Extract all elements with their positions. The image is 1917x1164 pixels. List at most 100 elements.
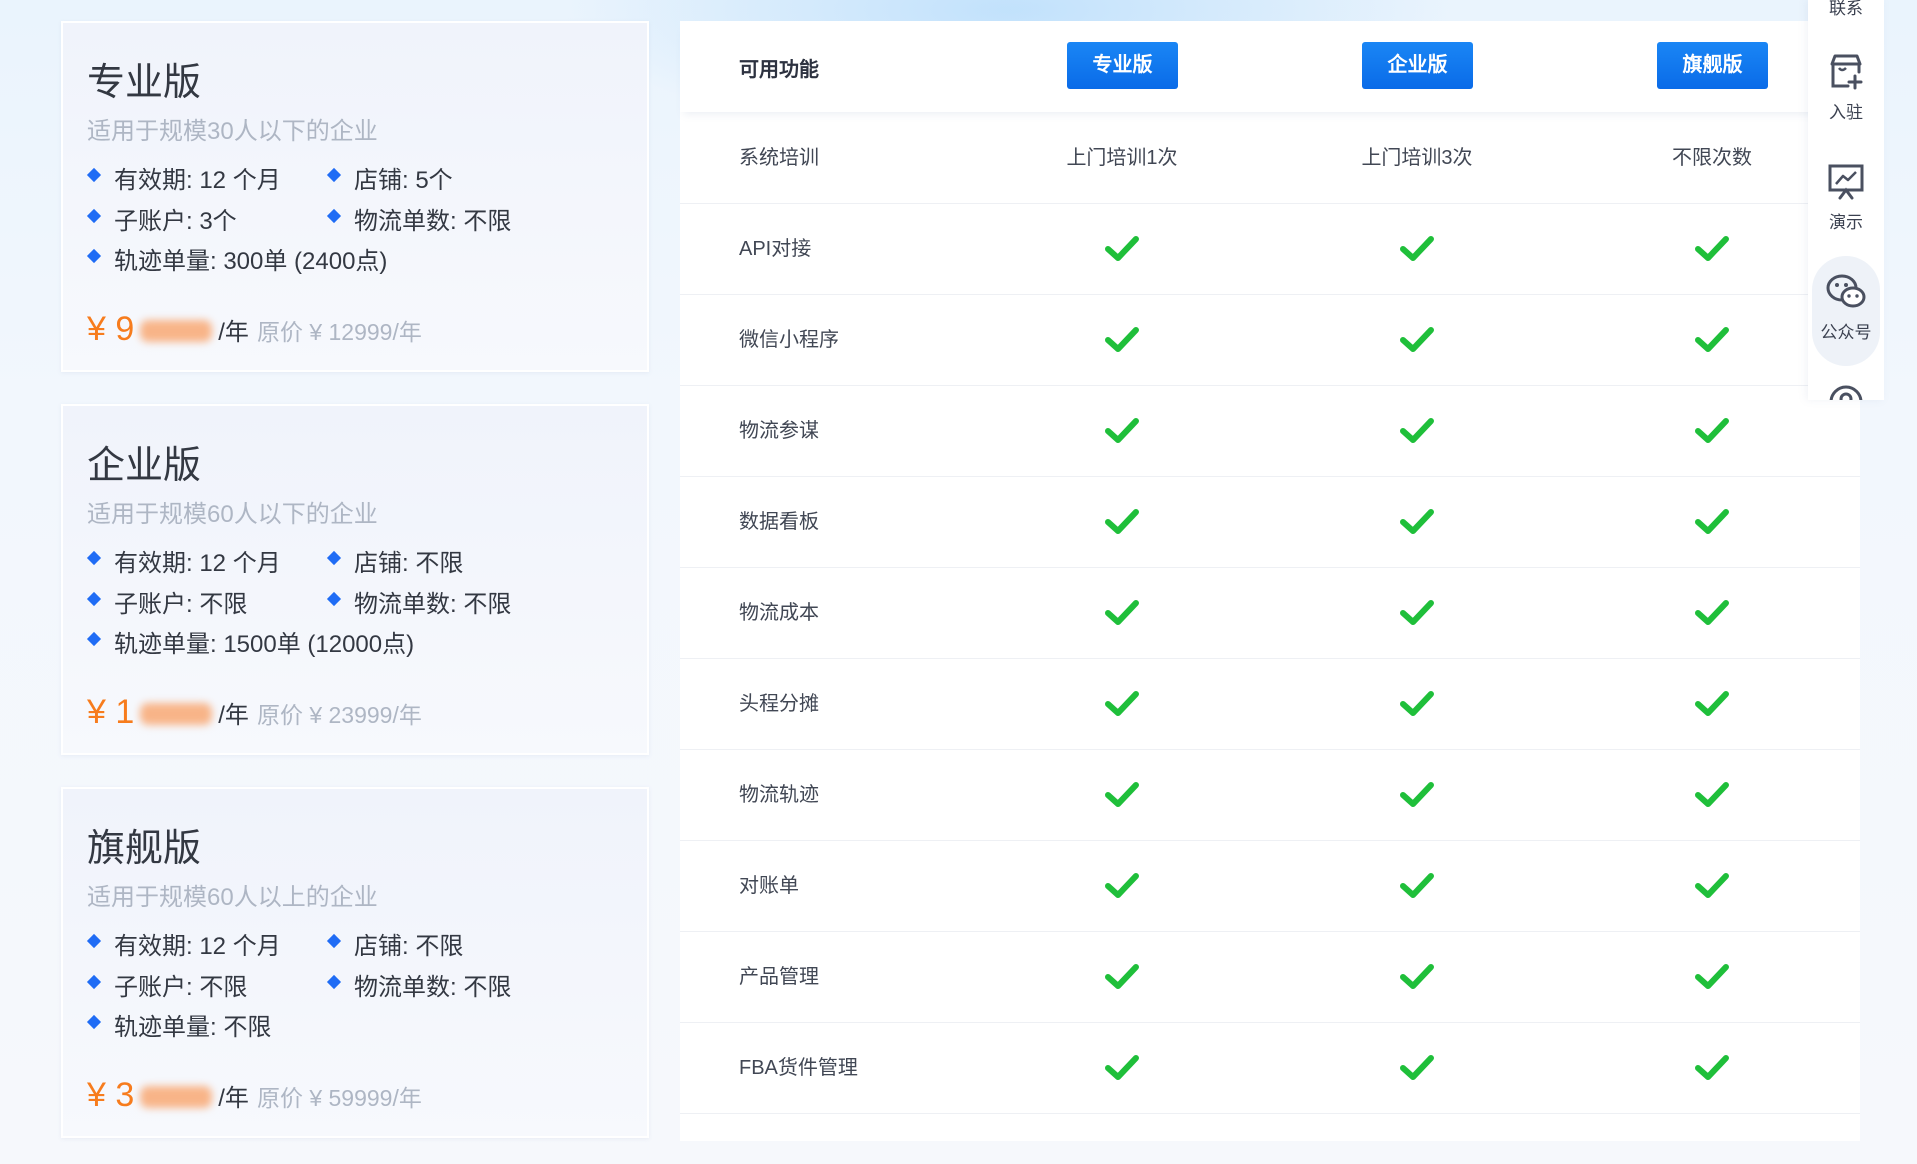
plan-card-enterprise[interactable]: 企业版 适用于规模60人以下的企业 有效期: 12 个月 店铺: 不限 子账户:… (61, 404, 649, 755)
toolbar-label-contact: 联系 (1829, 0, 1863, 18)
check-icon (1695, 327, 1729, 352)
check-icon (1400, 782, 1434, 807)
plan-feature-subaccounts: 子账户: 不限 (87, 584, 247, 619)
feature-value: 不限次数 (1672, 147, 1752, 169)
check-icon (1105, 964, 1139, 989)
toolbar-item-join[interactable]: 入驻 (1808, 52, 1884, 123)
check-icon (1105, 782, 1139, 807)
price-blurred (140, 1086, 213, 1108)
check-icon (1695, 873, 1729, 898)
check-icon (1695, 782, 1729, 807)
table-row: 物流成本 (680, 568, 1860, 659)
check-icon (1695, 418, 1729, 443)
support-icon (1829, 385, 1863, 400)
price-unit: /年 (218, 702, 249, 729)
toolbar-item-support[interactable] (1808, 382, 1884, 400)
column-button-pro[interactable]: 专业版 (1067, 42, 1178, 89)
table-row: 数据看板 (680, 477, 1860, 568)
check-icon (1105, 509, 1139, 534)
check-icon (1105, 327, 1139, 352)
feature-name: API对接 (739, 238, 812, 260)
plan-title: 旗舰版 (87, 828, 202, 870)
plan-feature-validity: 有效期: 12 个月 (87, 160, 281, 195)
price-unit: /年 (218, 319, 249, 346)
plan-price: ¥ 3/年 原价 ¥ 59999/年 (87, 1076, 422, 1115)
check-icon (1695, 600, 1729, 625)
check-icon (1695, 509, 1729, 534)
feature-name: 物流参谋 (739, 420, 819, 442)
presentation-icon (1828, 164, 1864, 200)
toolbar-label-demo: 演示 (1829, 213, 1863, 232)
feature-name: 产品管理 (739, 966, 819, 988)
feature-name: 对账单 (739, 875, 799, 897)
feature-comparison-table: 可用功能 专业版 企业版 旗舰版 系统培训 上门培训1次 上门培训3次 不限次数 API… (680, 21, 1860, 1141)
feature-name: FBA货件管理 (739, 1057, 858, 1079)
feature-name: 物流成本 (739, 602, 819, 624)
plan-title: 专业版 (87, 62, 202, 104)
feature-value: 上门培训1次 (1066, 147, 1178, 169)
check-icon (1695, 691, 1729, 716)
store-plus-icon (1830, 54, 1863, 90)
check-icon (1105, 691, 1139, 716)
check-icon (1105, 236, 1139, 261)
check-icon (1695, 1055, 1729, 1080)
feature-value: 上门培训3次 (1361, 147, 1473, 169)
price-blurred (140, 703, 213, 725)
toolbar-item-contact[interactable]: 联系 (1808, 0, 1884, 19)
check-icon (1400, 236, 1434, 261)
plan-feature-stores: 店铺: 不限 (327, 926, 463, 961)
plan-feature-tracking: 轨迹单量: 300单 (2400点) (87, 241, 387, 276)
table-row: 微信小程序 (680, 295, 1860, 386)
plan-feature-stores: 店铺: 不限 (327, 543, 463, 578)
check-icon (1695, 964, 1729, 989)
plan-card-flagship[interactable]: 旗舰版 适用于规模60人以上的企业 有效期: 12 个月 店铺: 不限 子账户:… (61, 787, 649, 1138)
toolbar-label-official-account: 公众号 (1820, 323, 1872, 342)
plan-feature-subaccounts: 子账户: 3个 (87, 201, 237, 236)
check-icon (1400, 600, 1434, 625)
column-button-flagship[interactable]: 旗舰版 (1657, 42, 1768, 89)
plan-feature-tracking: 轨迹单量: 不限 (87, 1007, 271, 1042)
plan-feature-logistics-orders: 物流单数: 不限 (327, 201, 511, 236)
original-price: 原价 ¥ 12999/年 (256, 319, 422, 345)
floating-toolbar: 联系 入驻 演示 公众号 (1808, 0, 1884, 400)
original-price: 原价 ¥ 23999/年 (256, 702, 422, 728)
table-row: API对接 (680, 204, 1860, 295)
table-row: FBA货件管理 (680, 1023, 1860, 1114)
check-icon (1400, 964, 1434, 989)
column-button-enterprise[interactable]: 企业版 (1362, 42, 1473, 89)
check-icon (1105, 1055, 1139, 1080)
plan-subtitle: 适用于规模60人以上的企业 (87, 884, 378, 911)
wechat-icon (1826, 274, 1866, 308)
table-row: 物流参谋 (680, 386, 1860, 477)
feature-name: 数据看板 (739, 511, 819, 533)
price-blurred (140, 320, 213, 342)
check-icon (1400, 873, 1434, 898)
check-icon (1400, 691, 1434, 716)
check-icon (1105, 600, 1139, 625)
table-header-label: 可用功能 (739, 59, 819, 81)
check-icon (1400, 1055, 1434, 1080)
table-header: 可用功能 专业版 企业版 旗舰版 (680, 21, 1860, 112)
toolbar-item-official-account[interactable]: 公众号 (1808, 272, 1884, 343)
check-icon (1105, 418, 1139, 443)
feature-name: 物流轨迹 (739, 784, 819, 806)
plan-feature-tracking: 轨迹单量: 1500单 (12000点) (87, 624, 414, 659)
plan-price: ¥ 1/年 原价 ¥ 23999/年 (87, 693, 422, 732)
plan-card-pro[interactable]: 专业版 适用于规模30人以下的企业 有效期: 12 个月 店铺: 5个 子账户:… (61, 21, 649, 372)
feature-name: 系统培训 (739, 147, 819, 169)
table-row: 对账单 (680, 841, 1860, 932)
check-icon (1105, 873, 1139, 898)
table-row: 物流轨迹 (680, 750, 1860, 841)
table-row: 头程分摊 (680, 659, 1860, 750)
plan-feature-stores: 店铺: 5个 (327, 160, 453, 195)
plan-subtitle: 适用于规模60人以下的企业 (87, 501, 378, 528)
feature-name: 微信小程序 (739, 329, 839, 351)
check-icon (1400, 509, 1434, 534)
toolbar-item-demo[interactable]: 演示 (1808, 162, 1884, 233)
plan-feature-logistics-orders: 物流单数: 不限 (327, 967, 511, 1002)
price-value: ¥ 1 (87, 693, 135, 731)
plan-feature-validity: 有效期: 12 个月 (87, 543, 281, 578)
price-value: ¥ 3 (87, 1076, 135, 1114)
check-icon (1695, 236, 1729, 261)
plan-price: ¥ 9/年 原价 ¥ 12999/年 (87, 310, 422, 349)
